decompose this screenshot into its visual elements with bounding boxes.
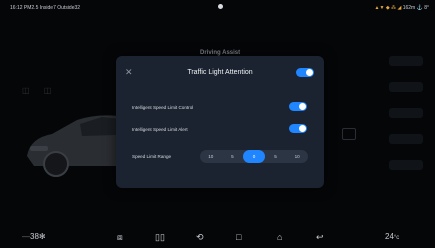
temp-unit: °c: [393, 235, 400, 241]
range-option-minus-10[interactable]: 10: [200, 150, 222, 163]
fan-icon: ✻: [38, 232, 46, 241]
range-option-plus-10[interactable]: 10: [286, 150, 308, 163]
background-right-rail: [389, 56, 423, 186]
altitude-text: 162m: [402, 5, 416, 11]
background-square-icon: [342, 128, 356, 140]
mirror-icon[interactable]: ⧈: [117, 232, 123, 243]
bottom-bar: —38✻ ⧈ ▯▯ ⟲ □ ⌂ ↩ 24°c: [0, 228, 435, 248]
rail-item: [389, 82, 423, 92]
signal-icons: ▲▼ ◆ ⁂ ◢: [374, 5, 402, 11]
traffic-light-attention-dialog: ✕ Traffic Light Attention Intelligent Sp…: [116, 56, 324, 188]
toggle-knob: [306, 69, 313, 76]
rail-item: [389, 56, 423, 66]
speed-limit-control-toggle[interactable]: [289, 102, 307, 111]
steering-icon[interactable]: ⟲: [196, 232, 204, 243]
passenger-temp-value: 24: [385, 232, 394, 241]
range-option-plus-5[interactable]: 5: [265, 150, 287, 163]
toggle-knob: [299, 125, 306, 132]
square-icon[interactable]: □: [236, 232, 241, 242]
seat-heat-icon[interactable]: ▯▯: [155, 232, 165, 243]
status-right: ▲▼ ◆ ⁂ ◢ 162m ⚓ 8°: [375, 5, 429, 11]
speed-limit-alert-label: Intelligent Speed Limit Alert: [132, 127, 188, 132]
status-suffix: ⚓ 8°: [416, 5, 429, 11]
driver-temp-value: 38: [30, 232, 39, 241]
camera-dot-icon: [218, 4, 223, 9]
rail-item: [389, 160, 423, 170]
range-option-0[interactable]: 0: [243, 150, 265, 163]
speed-limit-range-selector[interactable]: 10 5 0 5 10: [200, 150, 308, 163]
background-mode-icons: ◫ ◫: [22, 86, 58, 95]
back-icon[interactable]: ↩: [316, 232, 324, 243]
speed-limit-control-label: Intelligent Speed Limit Control: [132, 105, 194, 110]
toggle-knob: [299, 103, 306, 110]
passenger-temperature[interactable]: 24°c: [385, 232, 399, 241]
speed-limit-range-label: Speed Limit Range: [132, 154, 172, 159]
home-icon[interactable]: ⌂: [277, 232, 282, 242]
traffic-light-toggle[interactable]: [296, 68, 314, 77]
status-bar: 16:12 PM2.5 Inside7 Outside32 ▲▼ ◆ ⁂ ◢ 1…: [0, 0, 435, 16]
range-option-minus-5[interactable]: 5: [222, 150, 244, 163]
driver-temperature[interactable]: —38✻: [22, 232, 46, 241]
rail-item: [389, 108, 423, 118]
temp-dash: —: [22, 232, 30, 241]
rail-item: [389, 134, 423, 144]
dialog-title: Traffic Light Attention: [187, 69, 253, 76]
speed-limit-alert-toggle[interactable]: [289, 124, 307, 133]
status-left-text: 16:12 PM2.5 Inside7 Outside32: [10, 5, 81, 11]
